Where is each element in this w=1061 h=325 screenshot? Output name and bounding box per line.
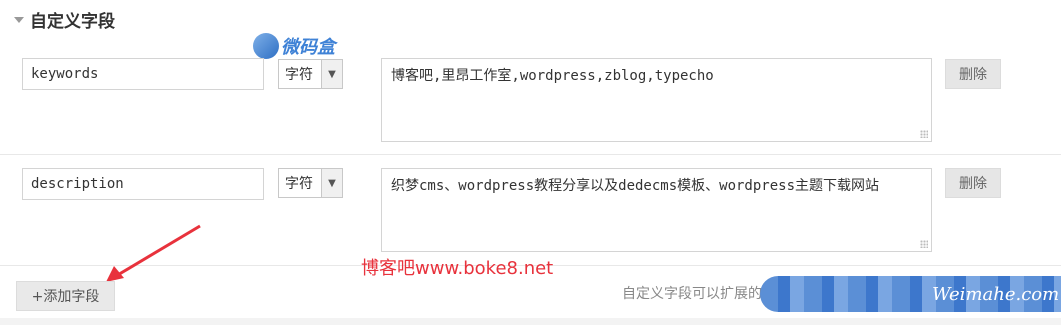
field-name-input[interactable]: keywords [22, 58, 264, 90]
resize-grip-icon[interactable] [920, 240, 928, 248]
hint-text: 自定义字段可以扩展的 [622, 286, 762, 302]
red-arrow-icon [106, 224, 201, 282]
panel-header[interactable]: 自定义字段 [14, 7, 115, 32]
chevron-down-icon[interactable]: ▼ [321, 169, 342, 197]
field-value-text: 织梦cms、wordpress教程分享以及dedecms模板、wordpress… [391, 178, 880, 194]
field-value-textarea[interactable]: 织梦cms、wordpress教程分享以及dedecms模板、wordpress… [381, 168, 932, 252]
chevron-down-icon[interactable]: ▼ [321, 60, 342, 88]
delete-field-button[interactable]: 删除 [945, 168, 1001, 198]
custom-field-row: keywords 字符 ▼ 博客吧,里昂工作室,wordpress,zblog,… [0, 46, 1061, 155]
add-field-button[interactable]: +添加字段 [16, 281, 115, 311]
watermark-text: 博客吧www.boke8.net [361, 258, 554, 279]
field-type-select[interactable]: 字符 ▼ [278, 168, 343, 198]
field-value-text: 博客吧,里昂工作室,wordpress,zblog,typecho [391, 68, 714, 84]
watermark-site-text: Weimahe.com [932, 284, 1060, 305]
field-name-input[interactable]: description [22, 168, 264, 200]
delete-field-button[interactable]: 删除 [945, 59, 1001, 89]
field-type-value: 字符 [285, 176, 313, 192]
field-type-select[interactable]: 字符 ▼ [278, 59, 343, 89]
resize-grip-icon[interactable] [920, 130, 928, 138]
panel-title: 自定义字段 [30, 12, 115, 32]
field-value-textarea[interactable]: 博客吧,里昂工作室,wordpress,zblog,typecho [381, 58, 932, 142]
caret-down-icon[interactable] [14, 16, 24, 23]
field-type-value: 字符 [285, 67, 313, 83]
footer-divider [0, 318, 1061, 325]
